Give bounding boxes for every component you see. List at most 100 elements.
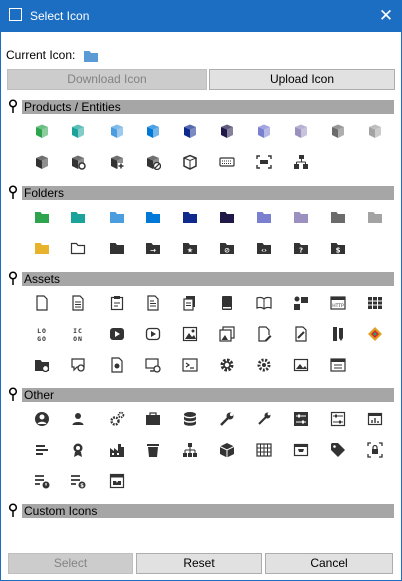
wrench-icon[interactable] bbox=[219, 411, 235, 427]
cube-gear-icon[interactable] bbox=[70, 154, 86, 170]
section-header-other[interactable]: Other bbox=[22, 388, 394, 402]
cube-icon[interactable] bbox=[70, 123, 86, 139]
section-header-folders[interactable]: Folders bbox=[22, 186, 394, 200]
document-icon[interactable] bbox=[34, 295, 50, 311]
reset-button[interactable]: Reset bbox=[136, 553, 262, 574]
cube-icon[interactable] bbox=[34, 154, 50, 170]
folder-question-icon[interactable]: ? bbox=[293, 240, 309, 256]
book-closed-icon[interactable] bbox=[219, 295, 235, 311]
cogs-icon[interactable] bbox=[109, 411, 125, 427]
award-icon[interactable] bbox=[70, 442, 86, 458]
folder-icon[interactable] bbox=[219, 209, 235, 225]
document-text-icon[interactable] bbox=[145, 295, 161, 311]
folder-arrow-icon[interactable]: → bbox=[145, 240, 161, 256]
cube-icon[interactable] bbox=[330, 123, 346, 139]
http-window-icon[interactable]: HTTP bbox=[330, 295, 346, 311]
monitor-gear-icon[interactable] bbox=[145, 357, 161, 373]
download-icon-button[interactable]: Download Icon bbox=[7, 69, 207, 90]
icon-text-icon[interactable]: IC ON bbox=[70, 326, 86, 343]
folder-icon[interactable] bbox=[367, 209, 383, 225]
section-pin-icon[interactable] bbox=[8, 271, 18, 285]
section-header-products[interactable]: Products / Entities bbox=[22, 100, 394, 114]
section-pin-icon[interactable] bbox=[8, 99, 18, 113]
book-open-icon[interactable] bbox=[256, 295, 272, 311]
scan-icon[interactable] bbox=[256, 154, 272, 170]
list-dollar-icon[interactable]: $ bbox=[70, 473, 86, 489]
folder-outline-icon[interactable] bbox=[70, 240, 86, 256]
network-icon[interactable] bbox=[182, 442, 198, 458]
folder-block-icon[interactable]: ⊘ bbox=[219, 240, 235, 256]
section-pin-icon[interactable] bbox=[8, 387, 18, 401]
keyboard-icon[interactable] bbox=[219, 154, 235, 170]
user-circle-icon[interactable] bbox=[34, 411, 50, 427]
image-file-icon[interactable] bbox=[182, 326, 198, 342]
logo-text-icon[interactable]: LO GO bbox=[34, 326, 50, 343]
clipboard-icon[interactable] bbox=[109, 295, 125, 311]
draw-icon[interactable] bbox=[293, 326, 309, 342]
lock-frame-icon[interactable] bbox=[367, 442, 383, 458]
section-pin-icon[interactable] bbox=[8, 185, 18, 199]
box-icon[interactable] bbox=[219, 442, 235, 458]
terminal-icon[interactable] bbox=[182, 357, 198, 373]
cube-icon[interactable] bbox=[293, 123, 309, 139]
section-pin-icon[interactable] bbox=[8, 503, 18, 517]
wrench-alt-icon[interactable] bbox=[256, 411, 272, 427]
tag-icon[interactable] bbox=[330, 442, 346, 458]
briefcase-icon[interactable] bbox=[145, 411, 161, 427]
grid-icon[interactable] bbox=[256, 442, 272, 458]
cube-outline-icon[interactable] bbox=[182, 154, 198, 170]
cube-icon[interactable] bbox=[145, 123, 161, 139]
cube-icon[interactable] bbox=[182, 123, 198, 139]
folder-icon[interactable] bbox=[34, 240, 50, 256]
section-header-custom[interactable]: Custom Icons bbox=[22, 504, 394, 518]
cube-plus-icon[interactable] bbox=[109, 154, 125, 170]
folder-icon[interactable] bbox=[182, 209, 198, 225]
folder-image-icon[interactable] bbox=[293, 357, 309, 373]
gears-icon[interactable] bbox=[256, 357, 272, 373]
folder-gear-icon[interactable] bbox=[34, 357, 50, 373]
cube-icon[interactable] bbox=[367, 123, 383, 139]
folder-star-icon[interactable]: ★ bbox=[182, 240, 198, 256]
cancel-button[interactable]: Cancel bbox=[265, 553, 393, 574]
folder-icon[interactable] bbox=[256, 209, 272, 225]
upload-icon-button[interactable]: Upload Icon bbox=[209, 69, 395, 90]
cube-block-icon[interactable] bbox=[145, 154, 162, 171]
cube-icon[interactable] bbox=[256, 123, 272, 139]
inbox-window-icon[interactable] bbox=[109, 473, 125, 489]
trash-icon[interactable] bbox=[145, 442, 161, 458]
file-gear-icon[interactable] bbox=[109, 357, 125, 373]
user-icon[interactable] bbox=[70, 411, 86, 427]
cube-icon[interactable] bbox=[219, 123, 235, 139]
cube-icon[interactable] bbox=[109, 123, 125, 139]
folder-icon[interactable] bbox=[109, 209, 125, 225]
sliders-icon[interactable] bbox=[293, 411, 309, 427]
database-icon[interactable] bbox=[182, 411, 198, 427]
presenter-icon[interactable] bbox=[293, 295, 309, 311]
pencil-ruler-icon[interactable] bbox=[330, 326, 346, 342]
cube-icon[interactable] bbox=[34, 123, 50, 139]
factory-icon[interactable] bbox=[109, 442, 125, 458]
document-copy-icon[interactable] bbox=[182, 295, 198, 311]
sliders-outline-icon[interactable] bbox=[330, 411, 346, 427]
bar-list-icon[interactable] bbox=[34, 442, 50, 458]
folder-icon[interactable] bbox=[293, 209, 309, 225]
document-lines-icon[interactable] bbox=[70, 295, 86, 311]
palette-icon[interactable] bbox=[367, 326, 383, 342]
select-button[interactable]: Select bbox=[8, 553, 133, 574]
dashboard-icon[interactable] bbox=[367, 411, 383, 427]
folder-icon[interactable] bbox=[109, 240, 125, 256]
window-list-icon[interactable] bbox=[330, 357, 346, 373]
folder-icon[interactable] bbox=[330, 209, 346, 225]
section-header-assets[interactable]: Assets bbox=[22, 272, 394, 286]
play-button-icon[interactable] bbox=[109, 326, 125, 342]
cart-window-icon[interactable] bbox=[293, 442, 309, 458]
list-alert-icon[interactable] bbox=[34, 473, 50, 489]
hierarchy-icon[interactable] bbox=[293, 154, 309, 170]
folder-icon[interactable] bbox=[34, 209, 50, 225]
folder-icon[interactable] bbox=[145, 209, 161, 225]
folder-dollar-icon[interactable]: $ bbox=[330, 240, 346, 256]
folder-code-icon[interactable]: ‹› bbox=[256, 240, 272, 256]
images-icon[interactable] bbox=[219, 326, 235, 342]
chat-gear-icon[interactable] bbox=[70, 357, 86, 373]
close-icon[interactable]: ✕ bbox=[370, 0, 402, 32]
